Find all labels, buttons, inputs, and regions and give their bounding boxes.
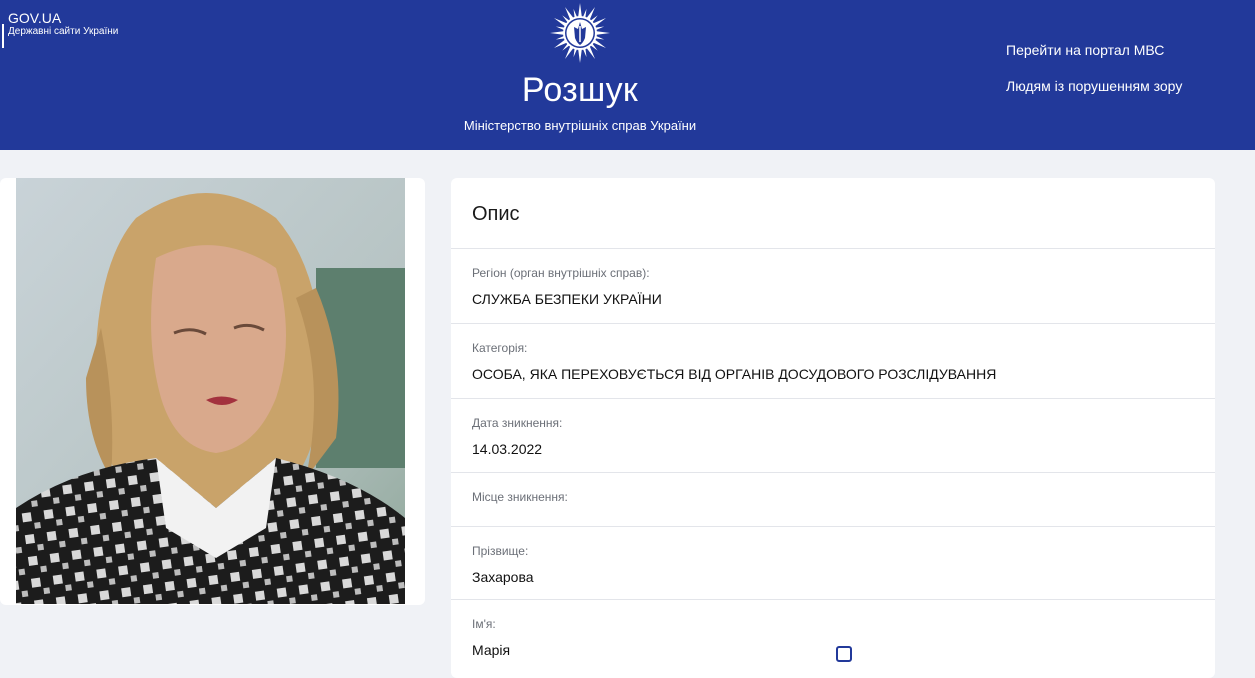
field-label: Прізвище: xyxy=(472,544,529,558)
portrait-photo xyxy=(16,178,405,604)
field-first-name: Ім'я: Марія xyxy=(451,600,1215,678)
field-disappearance-date: Дата зникнення: 14.03.2022 xyxy=(451,399,1215,473)
photo-card xyxy=(0,178,425,605)
field-disappearance-place: Місце зникнення: xyxy=(451,473,1215,527)
gov-title: GOV.UA xyxy=(8,10,62,26)
description-title: Опис xyxy=(451,178,1215,249)
field-value: 14.03.2022 xyxy=(472,441,543,457)
field-value: ОСОБА, ЯКА ПЕРЕХОВУЄТЬСЯ ВІД ОРГАНІВ ДОС… xyxy=(472,366,997,382)
field-category: Категорія: ОСОБА, ЯКА ПЕРЕХОВУЄТЬСЯ ВІД … xyxy=(451,324,1215,399)
accessibility-link[interactable]: Людям із порушенням зору xyxy=(1006,77,1182,95)
field-value: Захарова xyxy=(472,569,534,585)
field-label: Місце зникнення: xyxy=(472,490,568,504)
site-title: Розшук xyxy=(521,71,639,109)
field-surname: Прізвище: Захарова xyxy=(451,527,1215,600)
field-region: Регіон (орган внутрішніх справ): СЛУЖБА … xyxy=(451,249,1215,324)
field-value: СЛУЖБА БЕЗПЕКИ УКРАЇНИ xyxy=(472,291,662,307)
mvs-portal-link[interactable]: Перейти на портал МВС xyxy=(1006,41,1164,59)
field-label: Ім'я: xyxy=(472,617,496,631)
gov-subtitle: Державні сайти України xyxy=(8,26,119,37)
site-header: GOV.UA Державні сайти України Розшук Мін… xyxy=(0,0,1255,150)
site-subtitle: Міністерство внутрішніх справ України xyxy=(463,118,697,133)
police-star-emblem-icon[interactable] xyxy=(549,2,611,64)
field-label: Категорія: xyxy=(472,341,528,355)
checkbox[interactable] xyxy=(836,646,852,662)
description-card: Опис Регіон (орган внутрішніх справ): СЛ… xyxy=(451,178,1215,678)
field-label: Дата зникнення: xyxy=(472,416,563,430)
gov-divider xyxy=(2,24,4,48)
gov-ua-link[interactable]: GOV.UA Державні сайти України xyxy=(2,10,119,48)
field-label: Регіон (орган внутрішніх справ): xyxy=(472,266,650,280)
